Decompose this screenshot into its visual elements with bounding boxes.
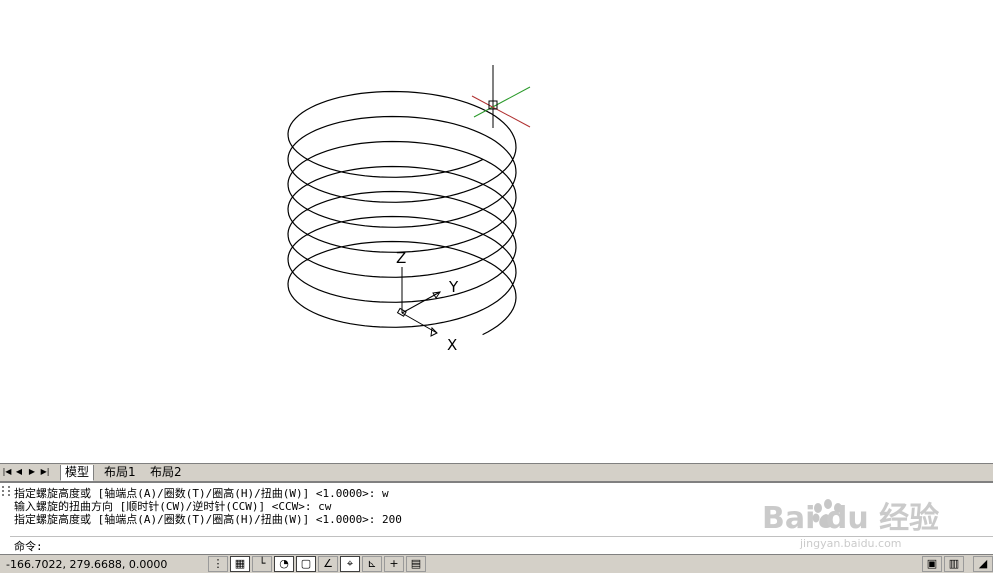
command-history-line: 指定螺旋高度或 [轴端点(A)/圈数(T)/圈高(H)/扭曲(W)] <1.00…: [14, 487, 389, 500]
layout-view-icon[interactable]: ▥: [944, 556, 964, 572]
lwt-icon: ▤: [410, 557, 422, 570]
command-prompt[interactable]: 命令:: [14, 540, 43, 553]
otrack-icon: ⌖: [346, 557, 354, 570]
crosshair-cursor: [471, 65, 531, 128]
ortho-toggle[interactable]: └: [252, 556, 272, 572]
tab-layout1[interactable]: 布局1: [100, 465, 140, 480]
drawing-canvas[interactable]: Z Y X: [0, 0, 993, 463]
osnap-icon: ▢: [300, 557, 312, 570]
ducs-toggle[interactable]: ⊾: [362, 556, 382, 572]
tab-layout2[interactable]: 布局2: [146, 465, 186, 480]
model-space-icon[interactable]: ▣: [922, 556, 942, 572]
otrack-toggle[interactable]: ⌖: [340, 556, 360, 572]
ortho-icon: └: [258, 557, 266, 570]
snap-toggle[interactable]: ⋮: [208, 556, 228, 572]
layout-tab-bar: |◀ ◀ ▶ ▶| 模型 布局1 布局2: [0, 463, 993, 481]
first-tab-icon[interactable]: |◀: [2, 466, 12, 478]
watermark-url: jingyan.baidu.com: [799, 537, 902, 550]
command-window-grip[interactable]: [2, 486, 10, 496]
tab-model[interactable]: 模型: [60, 465, 95, 481]
ucs-x-label: X: [447, 336, 457, 354]
osnap-toggle[interactable]: ▢: [296, 556, 316, 572]
ucs-y-label: Y: [448, 278, 459, 296]
lwt-toggle[interactable]: ▤: [406, 556, 426, 572]
ucs-z-label: Z: [396, 249, 406, 267]
coordinate-readout[interactable]: -166.7022, 279.6688, 0.0000: [6, 558, 167, 572]
polar-icon: ◔: [279, 557, 289, 570]
3d-osnap-toggle[interactable]: ∠: [318, 556, 338, 572]
next-tab-icon[interactable]: ▶: [27, 466, 37, 478]
annotation-scale-icon[interactable]: ◢: [973, 556, 993, 572]
snap-icon: ⋮: [212, 557, 224, 570]
command-history-line: 指定螺旋高度或 [轴端点(A)/圈数(T)/圈高(H)/扭曲(W)] <1.00…: [14, 513, 402, 526]
watermark-brand: Bai du 经验: [762, 501, 939, 536]
grid-icon: ▦: [234, 557, 246, 570]
status-bar: -166.7022, 279.6688, 0.0000 ⋮ ▦ └ ◔ ▢ ∠ ⌖ ⊾ + ▤ ▣…: [0, 554, 993, 573]
polar-toggle[interactable]: ◔: [274, 556, 294, 572]
prev-tab-icon[interactable]: ◀: [14, 466, 24, 478]
grid-toggle[interactable]: ▦: [230, 556, 250, 572]
3d-osnap-icon: ∠: [323, 557, 333, 570]
command-history-line: 输入螺旋的扭曲方向 [顺时针(CW)/逆时针(CCW)] <CCW>: cw: [14, 500, 332, 513]
ducs-icon: ⊾: [367, 557, 377, 570]
last-tab-icon[interactable]: ▶|: [40, 466, 50, 478]
model-space: Z Y X: [287, 65, 531, 354]
baidu-watermark: Bai du 经验 jingyan.baidu.com: [762, 499, 939, 550]
dyn-toggle[interactable]: +: [384, 556, 404, 572]
dyn-icon: +: [389, 557, 399, 570]
